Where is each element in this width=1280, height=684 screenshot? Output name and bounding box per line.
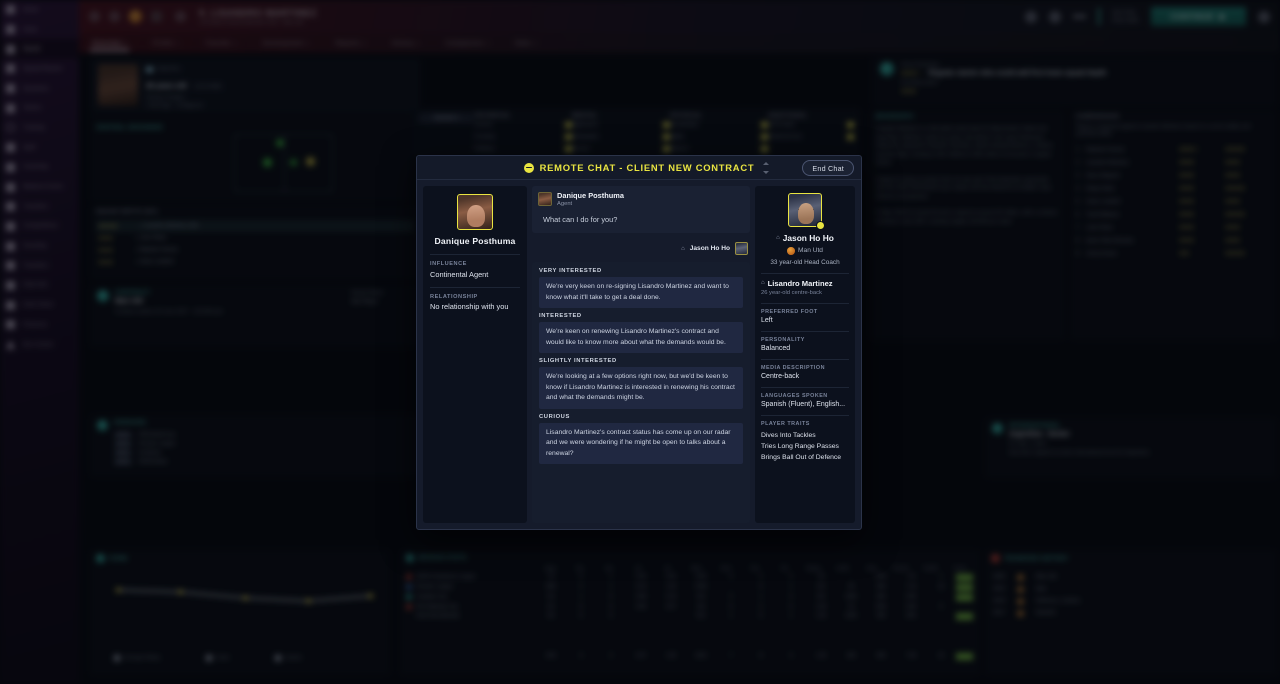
influence-value: Continental Agent	[430, 269, 489, 279]
man-utd-crest-icon	[787, 247, 795, 255]
coach-club: Man Utd	[798, 247, 823, 255]
chat-bubble-icon	[523, 162, 534, 173]
player-field-label: PREFERRED FOOT	[761, 308, 818, 315]
reply-option-2[interactable]: We're keen on renewing Lisandro Martinez…	[539, 322, 743, 353]
player-info-panel: ⌂ Jason Ho Ho Man Utd 33 year-old Head C…	[755, 186, 855, 523]
you-row: ⌂ Jason Ho Ho	[532, 237, 750, 258]
you-name: Jason Ho Ho	[689, 245, 730, 252]
reply-options-list[interactable]: VERY INTERESTED We're very keen on re-sig…	[532, 262, 750, 523]
dialog-body: Danique Posthuma INFLUENCE Continental A…	[417, 180, 861, 529]
relationship-value: No relationship with you	[430, 302, 509, 311]
agent-panel: Danique Posthuma INFLUENCE Continental A…	[423, 186, 527, 523]
message-avatar	[538, 192, 552, 206]
player-field-value: Balanced	[761, 344, 791, 352]
player-field-value: Left	[761, 316, 773, 324]
chat-panel: Danique Posthuma Agent What can I do for…	[532, 186, 750, 523]
player-field-value: Centre-back	[761, 372, 800, 380]
chat-status-badge-icon	[816, 221, 825, 230]
agent-avatar	[457, 194, 493, 230]
player-trait: Dives Into Tackles	[761, 431, 816, 439]
remote-chat-dialog: REMOTE CHAT - CLIENT NEW CONTRACT End Ch…	[416, 155, 862, 530]
field-divider	[761, 358, 849, 360]
you-avatar	[735, 242, 748, 255]
reply-option-category: SLIGHTLY INTERESTED	[539, 358, 617, 364]
sort-toggle-icon[interactable]	[762, 162, 770, 174]
message-sender: Danique Posthuma	[557, 191, 624, 200]
message-text: What can I do for you?	[543, 215, 618, 224]
message-sender-role: Agent	[557, 201, 573, 207]
reply-option-1[interactable]: We're very keen on re-signing Lisandro M…	[539, 277, 743, 308]
player-trait: Brings Ball Out of Defence	[761, 453, 842, 461]
agent-name: Danique Posthuma	[434, 236, 516, 246]
app-root: Home Inbox Squad Squad Planner Dynamics Tacti…	[0, 0, 1280, 684]
player-field-label: MEDIA DESCRIPTION	[761, 364, 826, 371]
person-icon: ⌂	[681, 245, 685, 252]
coach-meta: 33 year-old Head Coach	[770, 258, 840, 266]
home-small-icon-2: ⌂	[761, 280, 765, 286]
player-trait: Tries Long Range Passes	[761, 442, 839, 450]
field-divider	[761, 330, 849, 332]
reply-option-category: CURIOUS	[539, 413, 570, 420]
player-divider	[761, 272, 849, 274]
chat-message: Danique Posthuma Agent What can I do for…	[532, 186, 750, 233]
reply-option-3[interactable]: We're looking at a few options right now…	[539, 367, 743, 409]
traits-divider	[761, 414, 849, 416]
traits-label: PLAYER TRAITS	[761, 420, 810, 427]
reply-option-category: INTERESTED	[539, 313, 582, 319]
field-divider	[761, 386, 849, 388]
field-divider	[761, 302, 849, 304]
player-name: Lisandro Martinez	[767, 278, 833, 288]
influence-label: INFLUENCE	[430, 261, 467, 267]
home-small-icon: ⌂	[776, 235, 780, 241]
reply-option-4[interactable]: Lisandro Martinez's contract status has …	[539, 422, 743, 464]
agent-divider	[430, 254, 520, 255]
dialog-title: REMOTE CHAT - CLIENT NEW CONTRACT	[539, 162, 755, 173]
player-field-label: PERSONALITY	[761, 336, 805, 343]
dialog-title-bar: REMOTE CHAT - CLIENT NEW CONTRACT End Ch…	[417, 156, 861, 180]
player-field-label: LANGUAGES SPOKEN	[761, 392, 828, 399]
agent-divider-2	[430, 286, 520, 288]
end-chat-button[interactable]: End Chat	[802, 160, 854, 176]
player-field-value: Spanish (Fluent), English...	[761, 400, 846, 408]
coach-name: Jason Ho Ho	[782, 233, 834, 243]
reply-option-category: VERY INTERESTED	[539, 268, 602, 274]
relationship-label: RELATIONSHIP	[430, 293, 478, 300]
